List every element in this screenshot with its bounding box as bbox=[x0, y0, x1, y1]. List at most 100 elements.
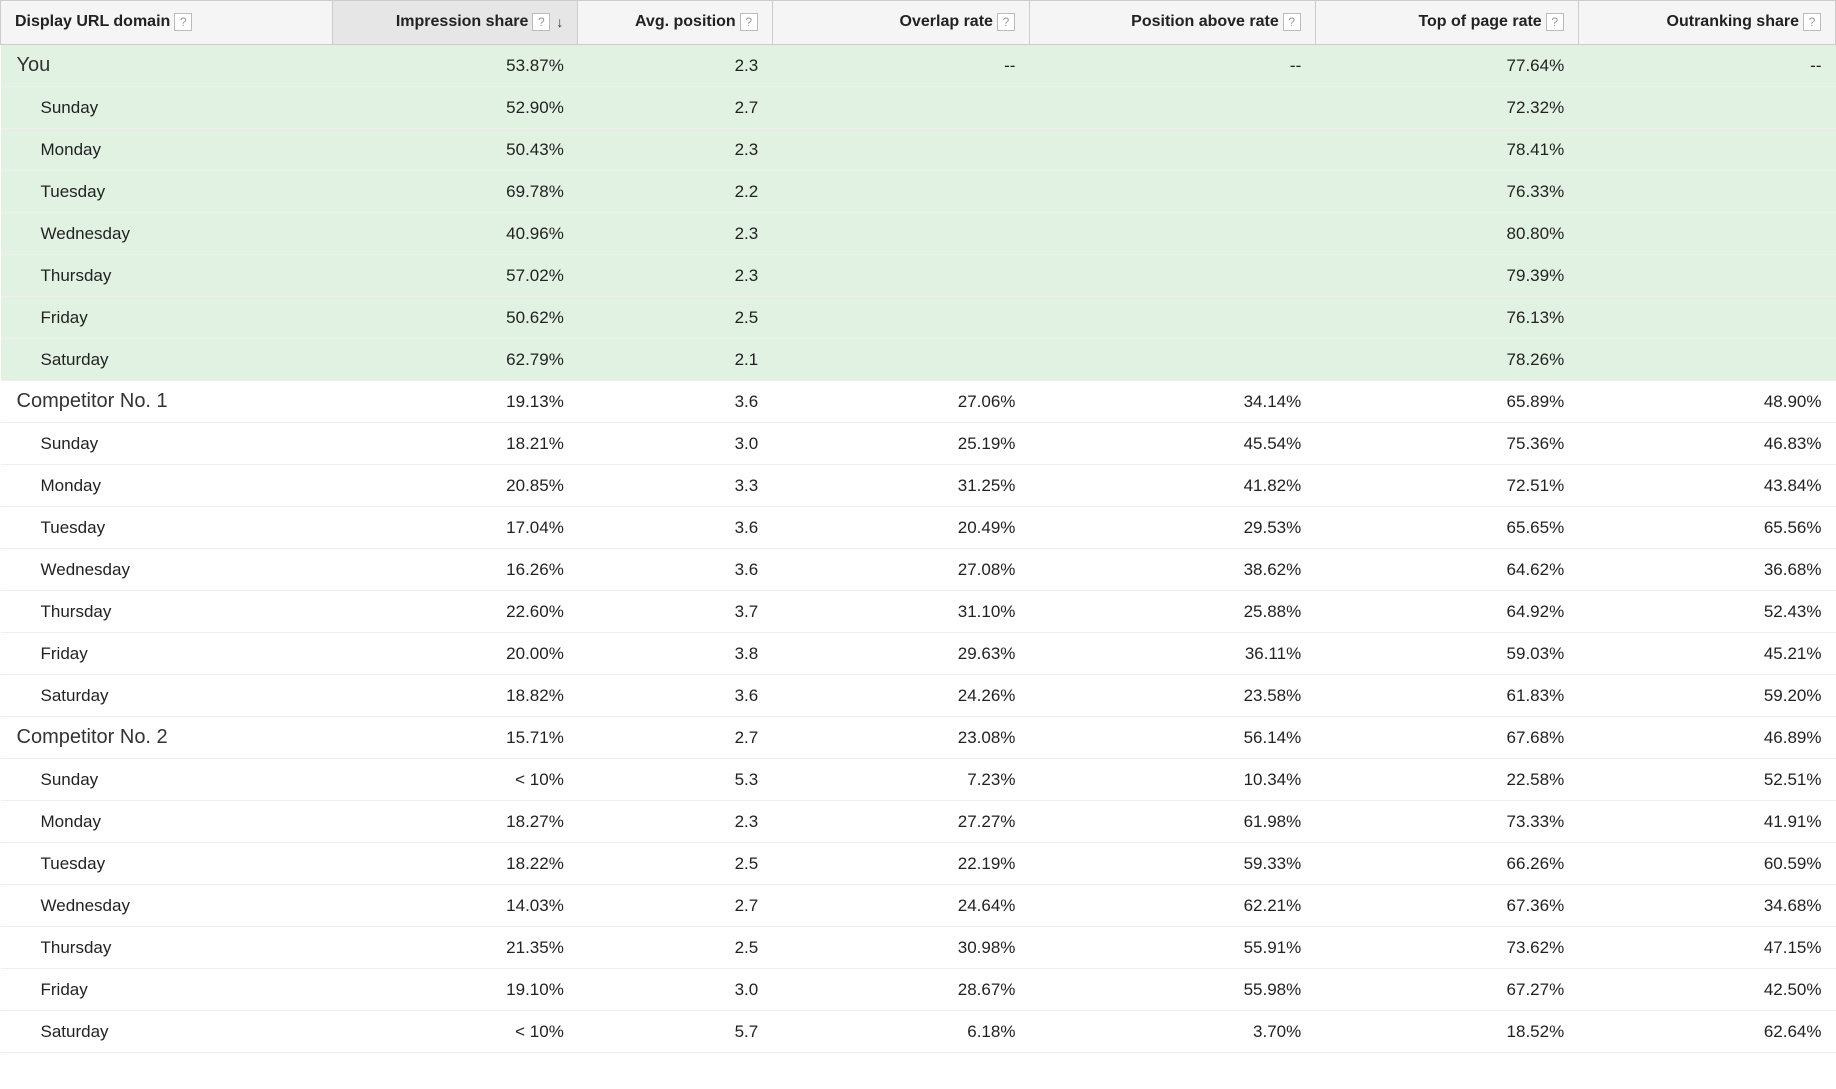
metric-cell: 67.36% bbox=[1315, 885, 1578, 927]
table-row[interactable]: Saturday62.79%2.178.26% bbox=[1, 339, 1836, 381]
metric-cell: -- bbox=[772, 45, 1029, 87]
metric-cell: 67.27% bbox=[1315, 969, 1578, 1011]
table-row[interactable]: Friday19.10%3.028.67%55.98%67.27%42.50% bbox=[1, 969, 1836, 1011]
metric-cell bbox=[1029, 171, 1315, 213]
metric-cell: 36.68% bbox=[1578, 549, 1835, 591]
metric-cell: 19.10% bbox=[332, 969, 578, 1011]
metric-cell: 2.5 bbox=[578, 297, 772, 339]
metric-cell: 59.20% bbox=[1578, 675, 1835, 717]
table-row[interactable]: Saturday< 10%5.76.18%3.70%18.52%62.64% bbox=[1, 1011, 1836, 1053]
metric-cell: 15.71% bbox=[332, 717, 578, 759]
metric-cell: 45.21% bbox=[1578, 633, 1835, 675]
metric-cell: 69.78% bbox=[332, 171, 578, 213]
metric-cell: 2.5 bbox=[578, 843, 772, 885]
table-row[interactable]: Sunday52.90%2.772.32% bbox=[1, 87, 1836, 129]
help-icon[interactable]: ? bbox=[997, 13, 1015, 31]
table-row[interactable]: Tuesday18.22%2.522.19%59.33%66.26%60.59% bbox=[1, 843, 1836, 885]
day-cell: Sunday bbox=[1, 87, 333, 129]
table-row[interactable]: Friday20.00%3.829.63%36.11%59.03%45.21% bbox=[1, 633, 1836, 675]
metric-cell: 52.43% bbox=[1578, 591, 1835, 633]
auction-insights-table: Display URL domain?Impression share?↓Avg… bbox=[0, 0, 1836, 1053]
metric-cell bbox=[1029, 129, 1315, 171]
column-header[interactable]: Overlap rate? bbox=[772, 1, 1029, 45]
day-cell: Wednesday bbox=[1, 885, 333, 927]
table-row[interactable]: Monday18.27%2.327.27%61.98%73.33%41.91% bbox=[1, 801, 1836, 843]
metric-cell bbox=[772, 87, 1029, 129]
help-icon[interactable]: ? bbox=[1546, 13, 1564, 31]
day-cell: Friday bbox=[1, 969, 333, 1011]
table-row[interactable]: Tuesday17.04%3.620.49%29.53%65.65%65.56% bbox=[1, 507, 1836, 549]
metric-cell: 21.35% bbox=[332, 927, 578, 969]
metric-cell: 55.91% bbox=[1029, 927, 1315, 969]
table-row[interactable]: Thursday57.02%2.379.39% bbox=[1, 255, 1836, 297]
day-cell: Thursday bbox=[1, 255, 333, 297]
table-row[interactable]: Wednesday14.03%2.724.64%62.21%67.36%34.6… bbox=[1, 885, 1836, 927]
metric-cell: 2.3 bbox=[578, 213, 772, 255]
column-header[interactable]: Impression share?↓ bbox=[332, 1, 578, 45]
table-row[interactable]: Monday50.43%2.378.41% bbox=[1, 129, 1836, 171]
table-row[interactable]: Thursday21.35%2.530.98%55.91%73.62%47.15… bbox=[1, 927, 1836, 969]
metric-cell: 16.26% bbox=[332, 549, 578, 591]
metric-cell: 5.3 bbox=[578, 759, 772, 801]
table-row[interactable]: Thursday22.60%3.731.10%25.88%64.92%52.43… bbox=[1, 591, 1836, 633]
metric-cell: 27.27% bbox=[772, 801, 1029, 843]
metric-cell: 64.92% bbox=[1315, 591, 1578, 633]
help-icon[interactable]: ? bbox=[174, 13, 192, 31]
column-label: Avg. position bbox=[635, 14, 736, 31]
day-cell: Friday bbox=[1, 633, 333, 675]
help-icon[interactable]: ? bbox=[740, 13, 758, 31]
table-row[interactable]: Wednesday40.96%2.380.80% bbox=[1, 213, 1836, 255]
table-row[interactable]: Wednesday16.26%3.627.08%38.62%64.62%36.6… bbox=[1, 549, 1836, 591]
day-cell: Thursday bbox=[1, 927, 333, 969]
help-icon[interactable]: ? bbox=[1283, 13, 1301, 31]
metric-cell: 20.49% bbox=[772, 507, 1029, 549]
domain-cell: Competitor No. 1 bbox=[1, 381, 333, 423]
table-row[interactable]: Saturday18.82%3.624.26%23.58%61.83%59.20… bbox=[1, 675, 1836, 717]
metric-cell bbox=[1578, 171, 1835, 213]
metric-cell: 2.7 bbox=[578, 885, 772, 927]
metric-cell: 73.33% bbox=[1315, 801, 1578, 843]
table-row[interactable]: Tuesday69.78%2.276.33% bbox=[1, 171, 1836, 213]
metric-cell: < 10% bbox=[332, 759, 578, 801]
metric-cell bbox=[1029, 297, 1315, 339]
metric-cell: 3.70% bbox=[1029, 1011, 1315, 1053]
metric-cell: 18.21% bbox=[332, 423, 578, 465]
column-header[interactable]: Outranking share? bbox=[1578, 1, 1835, 45]
column-label: Impression share bbox=[396, 14, 529, 31]
column-header[interactable]: Top of page rate? bbox=[1315, 1, 1578, 45]
help-icon[interactable]: ? bbox=[532, 13, 550, 31]
column-label: Overlap rate bbox=[900, 14, 993, 31]
table-row[interactable]: You53.87%2.3----77.64%-- bbox=[1, 45, 1836, 87]
metric-cell: 19.13% bbox=[332, 381, 578, 423]
day-cell: Thursday bbox=[1, 591, 333, 633]
metric-cell: 3.0 bbox=[578, 423, 772, 465]
table-row[interactable]: Sunday< 10%5.37.23%10.34%22.58%52.51% bbox=[1, 759, 1836, 801]
metric-cell: 30.98% bbox=[772, 927, 1029, 969]
table-row[interactable]: Competitor No. 215.71%2.723.08%56.14%67.… bbox=[1, 717, 1836, 759]
column-header[interactable]: Display URL domain? bbox=[1, 1, 333, 45]
column-label: Outranking share bbox=[1667, 14, 1799, 31]
day-cell: Monday bbox=[1, 465, 333, 507]
metric-cell: 52.90% bbox=[332, 87, 578, 129]
metric-cell: 46.83% bbox=[1578, 423, 1835, 465]
metric-cell: 73.62% bbox=[1315, 927, 1578, 969]
table-row[interactable]: Monday20.85%3.331.25%41.82%72.51%43.84% bbox=[1, 465, 1836, 507]
metric-cell: 3.8 bbox=[578, 633, 772, 675]
table-row[interactable]: Competitor No. 119.13%3.627.06%34.14%65.… bbox=[1, 381, 1836, 423]
metric-cell: 52.51% bbox=[1578, 759, 1835, 801]
metric-cell: 2.1 bbox=[578, 339, 772, 381]
metric-cell: 65.56% bbox=[1578, 507, 1835, 549]
metric-cell bbox=[772, 213, 1029, 255]
metric-cell: 45.54% bbox=[1029, 423, 1315, 465]
column-header[interactable]: Position above rate? bbox=[1029, 1, 1315, 45]
table-row[interactable]: Sunday18.21%3.025.19%45.54%75.36%46.83% bbox=[1, 423, 1836, 465]
metric-cell: 3.6 bbox=[578, 381, 772, 423]
metric-cell: 64.62% bbox=[1315, 549, 1578, 591]
metric-cell: 50.43% bbox=[332, 129, 578, 171]
table-row[interactable]: Friday50.62%2.576.13% bbox=[1, 297, 1836, 339]
metric-cell bbox=[1578, 213, 1835, 255]
metric-cell: 2.7 bbox=[578, 717, 772, 759]
help-icon[interactable]: ? bbox=[1803, 13, 1821, 31]
column-header[interactable]: Avg. position? bbox=[578, 1, 772, 45]
metric-cell bbox=[772, 339, 1029, 381]
